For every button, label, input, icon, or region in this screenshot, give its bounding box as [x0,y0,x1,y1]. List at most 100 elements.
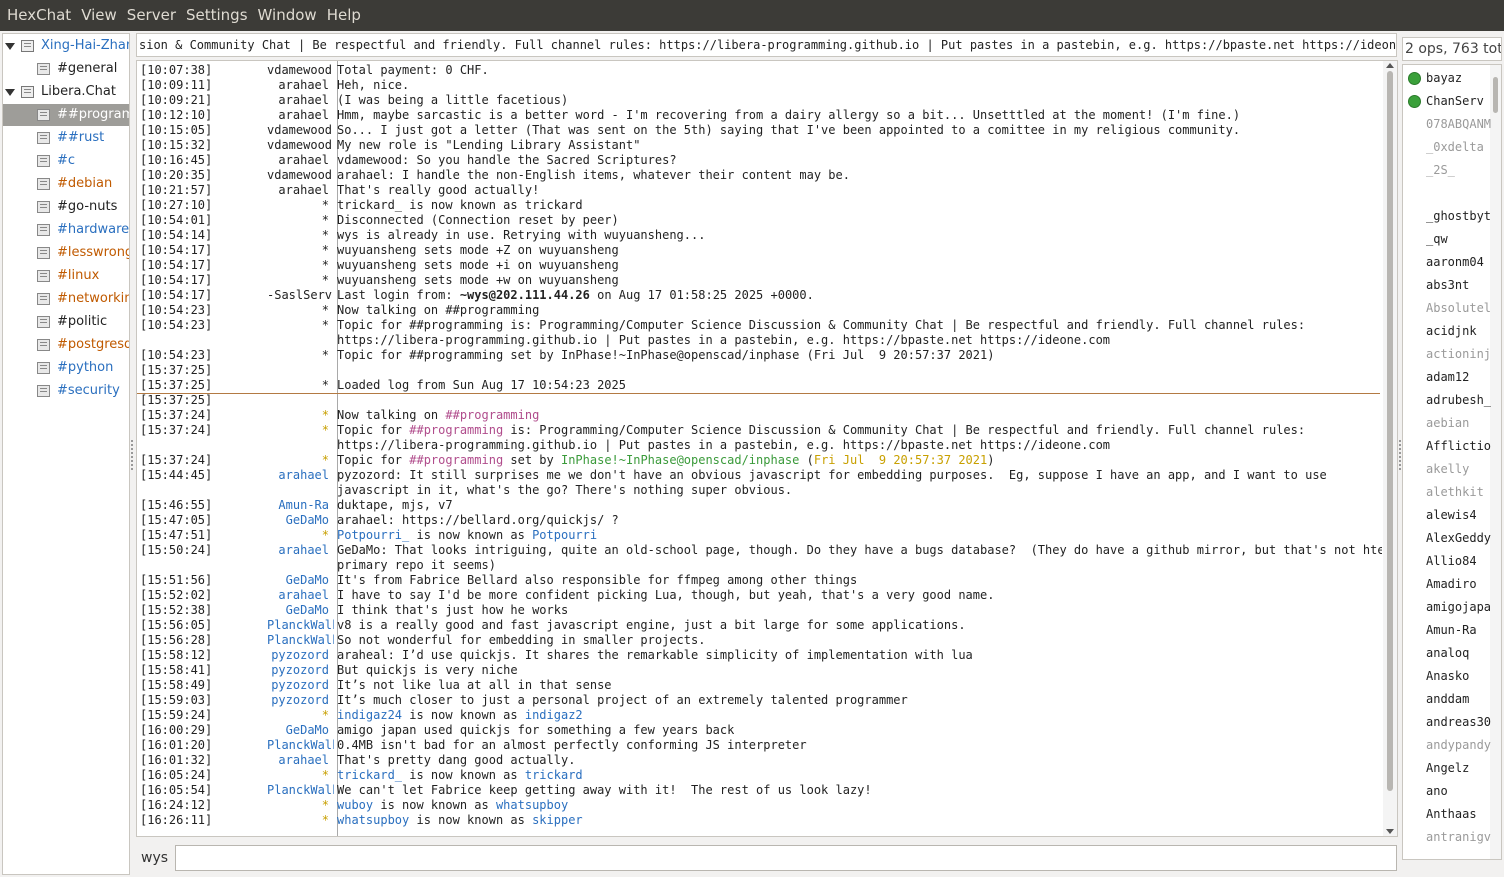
tree-item-programming[interactable]: ##programming [3,104,129,126]
expander-icon[interactable] [5,89,15,96]
nick[interactable]: -SaslServ- [267,288,334,303]
nick[interactable]: vdamewood [267,138,334,153]
topic-bar[interactable]: sion & Community Chat | Be respectful an… [136,33,1397,57]
menu-help[interactable]: Help [322,0,366,31]
tree-item-go-nuts[interactable]: #go-nuts [3,196,129,218]
nick[interactable]: arahael [267,183,334,198]
menu-view[interactable]: View [76,0,122,31]
user-item[interactable]: acidjnk [1403,320,1491,343]
nick[interactable]: pyzozord [267,663,334,678]
left-pane-grip[interactable] [131,440,135,470]
nick[interactable]: pyzozord [267,648,334,663]
user-item[interactable]: antranigv [1403,826,1491,849]
menu-settings[interactable]: Settings [181,0,253,31]
userlist-scroll-thumb[interactable] [1493,77,1498,113]
tree-item-debian[interactable]: #debian [3,173,129,195]
user-item[interactable]: ano [1403,780,1491,803]
nick[interactable]: PlanckWalk [267,633,334,648]
user-item[interactable]: Affliction [1403,435,1491,458]
user-item[interactable]: alewis4 [1403,504,1491,527]
tree-item-libera-chat[interactable]: Libera.Chat [3,81,129,103]
tree-item-xing-hai-zhang[interactable]: Xing-Hai-Zhang [3,35,129,57]
user-item[interactable]: ChanServ [1403,90,1491,113]
user-item[interactable]: Anthaas [1403,803,1491,826]
tree-item-security[interactable]: #security [3,380,129,402]
tree-item-general[interactable]: #general [3,58,129,80]
tree-item-postgresql[interactable]: #postgresql [3,334,129,356]
tree-item-rust[interactable]: ##rust [3,127,129,149]
nick[interactable]: arahael [267,543,334,558]
user-item[interactable]: Anasko [1403,665,1491,688]
nick-button[interactable]: wys [141,850,168,866]
tree-item-python[interactable]: #python [3,357,129,379]
tree-item-lesswrong[interactable]: #lesswrong [3,242,129,264]
user-item[interactable]: akelly [1403,458,1491,481]
user-item[interactable]: andypandy [1403,734,1491,757]
tree-item-politic[interactable]: #politic [3,311,129,333]
nick[interactable]: arahael [267,468,334,483]
tree-item-networking[interactable]: #networking [3,288,129,310]
user-item[interactable]: adrubesh_ [1403,389,1491,412]
user-item[interactable]: _qw [1403,228,1491,251]
scroll-down-icon[interactable] [1386,829,1394,834]
message-input[interactable] [175,845,1397,871]
tree-item-linux[interactable]: #linux [3,265,129,287]
nick[interactable]: pyzozord [267,678,334,693]
menu-server[interactable]: Server [122,0,181,31]
user-item[interactable]: aaronm04 [1403,251,1491,274]
menu-window[interactable]: Window [253,0,322,31]
user-list[interactable]: bayaz ChanServ 078ABQANM _0xdelta _2S_ _ghost… [1402,64,1502,860]
chat-scrollbar[interactable] [1383,61,1397,836]
nick[interactable]: vdamewood [267,168,334,183]
chat-view[interactable]: [10:07:38] vdamewood Total payment: 0 CHF.… [136,60,1398,837]
user-item[interactable] [1403,182,1491,205]
userlist-scrollbar[interactable] [1490,65,1501,859]
nick[interactable]: arahael [267,153,334,168]
user-item[interactable]: adam12 [1403,366,1491,389]
nick[interactable]: Amun-Ra [267,498,334,513]
menu-hexchat[interactable]: HexChat [2,0,76,31]
nick[interactable]: GeDaMo [267,723,334,738]
nick[interactable]: vdamewood [267,123,334,138]
scroll-up-icon[interactable] [1386,63,1394,68]
user-item[interactable]: Amun-Ra [1403,619,1491,642]
user-item[interactable]: AlexGeddy [1403,527,1491,550]
message-text: https://libera-programming.github.io | P… [334,438,1110,453]
user-item[interactable]: amigojapan [1403,596,1491,619]
expander-icon[interactable] [5,43,15,50]
user-item[interactable]: andreas303 [1403,711,1491,734]
nick[interactable]: PlanckWalk [267,618,334,633]
user-item[interactable]: actioninja [1403,343,1491,366]
user-name: Amun-Ra [1426,623,1477,637]
user-item[interactable]: _ghostbyte [1403,205,1491,228]
user-item[interactable]: abs3nt [1403,274,1491,297]
nick[interactable]: vdamewood [267,63,334,78]
user-item[interactable]: 078ABQANM [1403,113,1491,136]
nick[interactable]: arahael [267,108,334,123]
chat-scroll-thumb[interactable] [1387,71,1393,791]
nick[interactable]: arahael [267,78,334,93]
nick[interactable]: arahael [267,753,334,768]
nick[interactable]: arahael [267,93,334,108]
tree-item-hardware[interactable]: #hardware [3,219,129,241]
nick[interactable]: pyzozord [267,693,334,708]
nick[interactable]: PlanckWalk [267,783,334,798]
nick[interactable]: GeDaMo [267,513,334,528]
user-item[interactable]: Amadiro [1403,573,1491,596]
nick[interactable]: GeDaMo [267,573,334,588]
user-item[interactable]: _0xdelta [1403,136,1491,159]
user-item[interactable]: Angelz [1403,757,1491,780]
user-item[interactable]: Absolutely [1403,297,1491,320]
user-item[interactable]: analoq [1403,642,1491,665]
user-item[interactable]: aebian [1403,412,1491,435]
nick[interactable]: GeDaMo [267,603,334,618]
user-item[interactable]: alethkit [1403,481,1491,504]
nick[interactable]: PlanckWalk [267,738,334,753]
user-item[interactable]: anddam [1403,688,1491,711]
user-item[interactable]: _2S_ [1403,159,1491,182]
tree-item-c[interactable]: #c [3,150,129,172]
user-item[interactable]: bayaz [1403,67,1491,90]
nick[interactable]: arahael [267,588,334,603]
user-item[interactable]: Allio84 [1403,550,1491,573]
nick: * [321,708,329,722]
